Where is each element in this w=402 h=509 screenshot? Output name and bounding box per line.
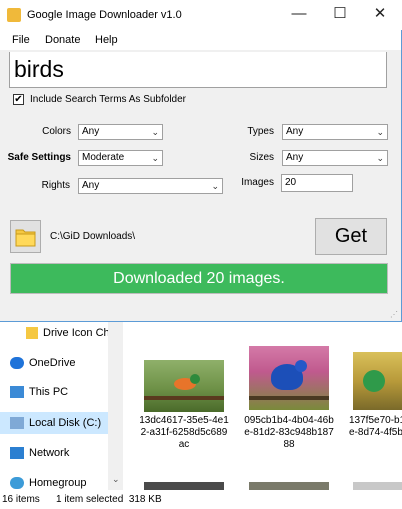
selection-info: 1 item selected 318 KB [56, 494, 162, 505]
image-thumbnail[interactable] [144, 360, 224, 412]
images-label: Images [241, 177, 274, 188]
nav-scrollbar[interactable]: ⌄ [108, 322, 123, 490]
image-thumbnail[interactable] [144, 482, 224, 490]
image-thumbnail[interactable] [353, 482, 402, 490]
file-caption: 13dc4617-35e5-4e12-a31f-6258d5c689ac [139, 415, 229, 450]
get-button[interactable]: Get [315, 218, 387, 255]
close-button[interactable]: ✕ [360, 0, 400, 30]
downloader-window: Google Image Downloader v1.0 — ☐ ✕ File … [0, 0, 402, 322]
bird-head-shape [295, 360, 307, 372]
nav-item-local-disk[interactable]: Local Disk (C:) [0, 412, 123, 434]
checkmark-icon: ✔ [14, 94, 23, 105]
subfolder-label: Include Search Terms As Subfolder [30, 94, 187, 105]
network-icon [10, 447, 24, 460]
nav-item-onedrive[interactable]: OneDrive [10, 352, 75, 374]
nav-item-network[interactable]: Network [10, 442, 69, 464]
homegroup-icon [10, 477, 24, 490]
types-label: Types [247, 126, 274, 137]
bird-shape [363, 370, 385, 392]
branch-shape [249, 396, 329, 400]
chevron-down-icon: ⌄ [376, 153, 384, 163]
chevron-down-icon: ⌄ [151, 153, 159, 163]
rights-select[interactable]: Any ⌄ [78, 178, 223, 194]
image-thumbnail[interactable] [353, 352, 402, 410]
computer-icon [10, 386, 24, 399]
image-thumbnail[interactable] [249, 482, 329, 490]
safe-settings-select[interactable]: Moderate ⌄ [78, 150, 163, 166]
menu-file[interactable]: File [12, 30, 30, 50]
app-icon [7, 8, 21, 22]
folder-icon [26, 327, 38, 340]
drive-icon [10, 417, 24, 430]
image-thumbnail[interactable] [249, 346, 329, 410]
chevron-down-icon: ⌄ [376, 127, 384, 137]
nav-item-drive-icon-changer[interactable]: Drive Icon Cha [26, 322, 116, 344]
colors-label: Colors [42, 126, 71, 137]
navigation-pane: Drive Icon Cha OneDrive This PC Local Di… [0, 322, 123, 490]
menu-donate[interactable]: Donate [45, 30, 80, 50]
sizes-label: Sizes [249, 152, 274, 163]
maximize-button[interactable]: ☐ [320, 0, 360, 30]
branch-shape [144, 396, 224, 400]
menu-bar: File Donate Help [0, 30, 400, 50]
scroll-down-icon[interactable]: ⌄ [112, 474, 120, 485]
file-list: 13dc4617-35e5-4e12-a31f-6258d5c689ac 095… [123, 322, 402, 490]
cloud-icon [10, 357, 24, 370]
images-count-input[interactable]: 20 [281, 174, 353, 192]
file-caption: 095cb1b4-4b04-46be-81d2-83c948b18788 [244, 415, 334, 450]
resize-grip-icon[interactable]: ⋰ [390, 310, 398, 319]
bird-head-shape [190, 374, 200, 384]
chevron-down-icon: ⌄ [151, 127, 159, 137]
progress-bar: Downloaded 20 images. [10, 263, 388, 294]
search-input[interactable]: birds [9, 52, 387, 88]
item-count: 16 items [2, 494, 40, 505]
file-caption: 137f5e70-b1e-8d74-4f5be [349, 415, 402, 438]
download-folder-path: C:\GiD Downloads\ [50, 231, 136, 242]
minimize-button[interactable]: — [279, 0, 319, 30]
rights-label: Rights [41, 180, 70, 191]
menu-help[interactable]: Help [95, 30, 118, 50]
browse-folder-button[interactable] [10, 220, 41, 253]
window-title: Google Image Downloader v1.0 [27, 9, 182, 21]
folder-icon [15, 229, 36, 247]
title-bar[interactable]: Google Image Downloader v1.0 — ☐ ✕ [0, 0, 402, 30]
subfolder-checkbox[interactable]: ✔ [13, 94, 24, 105]
nav-item-this-pc[interactable]: This PC [10, 381, 68, 403]
progress-status-text: Downloaded 20 images. [113, 270, 285, 287]
chevron-down-icon: ⌄ [211, 181, 219, 191]
explorer-status-bar: 16 items 1 item selected 318 KB [0, 490, 402, 509]
safe-settings-label: Safe Settings [7, 152, 71, 163]
colors-select[interactable]: Any ⌄ [78, 124, 163, 140]
sizes-select[interactable]: Any ⌄ [282, 150, 388, 166]
types-select[interactable]: Any ⌄ [282, 124, 388, 140]
form-area: birds ✔ Include Search Terms As Subfolde… [0, 50, 401, 321]
